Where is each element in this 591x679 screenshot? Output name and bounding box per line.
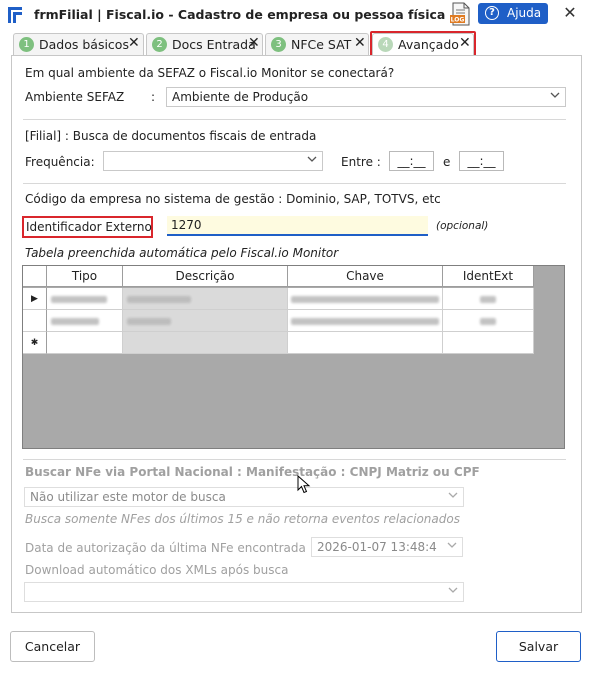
sefaz-environment-value: Ambiente de Produção [172,90,309,104]
log-icon-text: LOG [451,17,465,24]
help-button-label: Ajuda [507,6,542,20]
external-identifier-input[interactable]: 1270 [167,216,428,236]
tab-docs-entrada[interactable]: 2 Docs Entrada ✕ [146,33,263,55]
tab-number-badge: 2 [152,37,167,52]
nfe-portal-heading: Buscar NFe via Portal Nacional : Manifes… [25,465,480,479]
frequency-label: Frequência: [25,155,95,169]
new-row-indicator[interactable]: ✱ [23,332,47,354]
chevron-down-icon [550,92,560,98]
app-logo-icon [8,7,22,23]
row-indicator-current[interactable]: ▶ [23,288,47,310]
sefaz-question: Em qual ambiente da SEFAZ o Fiscal.io Mo… [25,66,395,80]
optional-note: (opcional) [436,220,489,232]
tab-dados-basicos[interactable]: 1 Dados básicos ✕ [13,33,144,55]
table-corner-header [23,266,47,287]
documents-table[interactable]: Tipo Descrição Chave IdentExt ▶ ✱ [22,265,565,449]
chevron-down-icon [447,542,457,548]
table-cell-new[interactable] [123,332,288,354]
last-auth-datetime-picker[interactable]: 2026-01-07 13:48:4 [311,537,463,557]
table-cell[interactable] [288,310,443,332]
identifier-label: Identificador Externo [26,220,152,234]
sefaz-environment-select[interactable]: Ambiente de Produção [166,87,566,107]
column-header-descricao[interactable]: Descrição [123,266,288,287]
divider [23,183,566,184]
frequency-select[interactable] [103,151,323,171]
table-cell-new[interactable] [47,332,123,354]
tab-number-badge: 3 [271,37,286,52]
search-engine-value: Não utilizar este motor de busca [30,490,226,504]
tab-close-icon[interactable]: ✕ [354,35,366,51]
nfe-portal-note: Busca somente NFes dos últimos 15 e não … [25,512,460,526]
sefaz-label: Ambiente SEFAZ [25,90,125,104]
auto-download-select[interactable] [24,582,464,602]
auto-download-label: Download automático dos XMLs após busca [25,563,289,577]
search-engine-select[interactable]: Não utilizar este motor de busca [24,487,464,507]
help-icon: ? [485,6,499,20]
column-header-identext[interactable]: IdentExt [443,266,534,287]
cancel-button[interactable]: Cancelar [10,631,95,662]
between-label: Entre : [341,155,381,169]
log-file-icon[interactable]: LOG [449,2,471,26]
table-cell[interactable] [47,310,123,332]
title-bar: frmFilial | Fiscal.io - Cadastro de empr… [0,0,591,30]
last-auth-value: 2026-01-07 13:48:4 [317,540,437,554]
help-button[interactable]: ? Ajuda [478,3,548,24]
last-auth-label: Data de autorização da última NFe encont… [25,541,314,555]
table-caption: Tabela preenchida automática pelo Fiscal… [25,246,339,260]
table-cell[interactable] [443,310,534,332]
table-cell-new[interactable] [288,332,443,354]
tab-nfce-sat[interactable]: 3 NFCe SAT ✕ [265,33,369,55]
table-cell[interactable] [443,288,534,310]
chevron-down-icon [307,156,317,162]
table-cell[interactable] [123,288,288,310]
time-from-input[interactable]: __:__ [389,151,434,171]
tab-label: NFCe SAT [291,37,352,52]
tab-label: Dados básicos [39,37,129,52]
save-button[interactable]: Salvar [496,631,581,662]
tab-number-badge: 1 [19,37,34,52]
table-cell[interactable] [123,310,288,332]
window-title: frmFilial | Fiscal.io - Cadastro de empr… [34,7,446,22]
column-header-chave[interactable]: Chave [288,266,443,287]
tab-close-icon[interactable]: ✕ [128,35,140,51]
time-to-input[interactable]: __:__ [459,151,504,171]
filial-heading: [Filial] : Busca de documentos fiscais d… [25,129,317,143]
chevron-down-icon [448,492,458,498]
mouse-cursor-icon [297,475,311,494]
table-cell[interactable] [288,288,443,310]
column-header-tipo[interactable]: Tipo [47,266,123,287]
table-cell[interactable] [47,288,123,310]
tab-close-icon[interactable]: ✕ [248,35,260,51]
active-tab-highlight [370,31,476,58]
table-cell-new[interactable] [443,332,534,354]
chevron-down-icon [448,587,458,593]
identifier-heading: Código da empresa no sistema de gestão :… [25,192,441,206]
divider [23,459,566,460]
sefaz-label-colon: : [151,90,156,104]
and-label: e [443,155,451,169]
tab-label: Docs Entrada [172,37,256,52]
window-close-button[interactable]: ✕ [561,4,579,22]
divider [23,119,566,120]
row-indicator[interactable] [23,310,47,332]
